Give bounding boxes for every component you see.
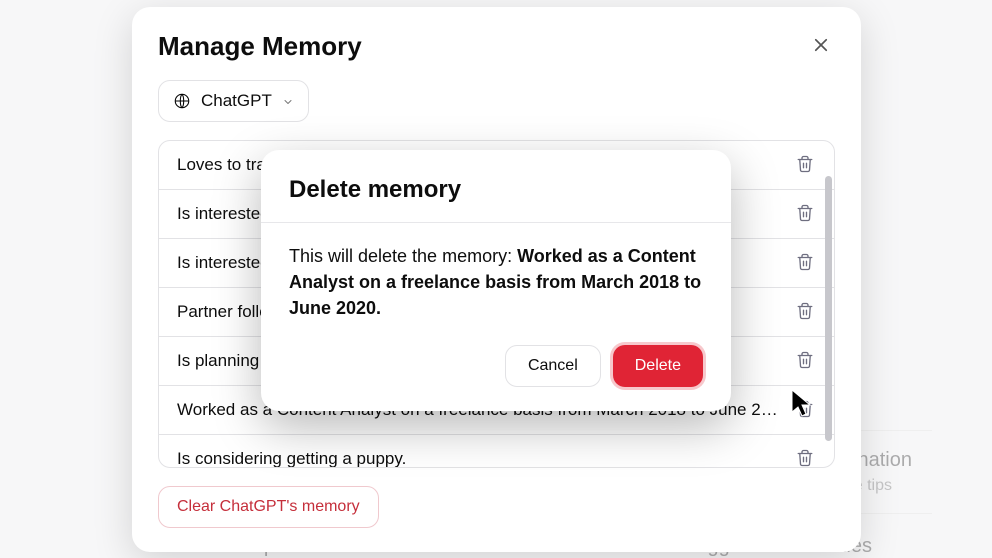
trash-icon: [796, 302, 814, 323]
model-label: ChatGPT: [201, 91, 272, 111]
delete-memory-button[interactable]: [794, 350, 816, 372]
trash-icon: [796, 351, 814, 372]
divider: [261, 222, 731, 223]
modal-title: Manage Memory: [158, 31, 362, 62]
confirm-prefix: This will delete the memory:: [289, 246, 517, 266]
memory-text: Is considering getting a puppy.: [177, 449, 782, 467]
delete-memory-button[interactable]: [794, 252, 816, 274]
close-button[interactable]: [807, 33, 835, 61]
confirm-body: This will delete the memory: Worked as a…: [289, 243, 703, 321]
trash-icon: [796, 155, 814, 176]
confirm-actions: Cancel Delete: [289, 345, 703, 387]
scrollbar-thumb[interactable]: [825, 176, 832, 441]
clear-all-memory-button[interactable]: Clear ChatGPT's memory: [158, 486, 379, 528]
close-icon: [812, 36, 830, 57]
trash-icon: [796, 400, 814, 421]
modal-header: Manage Memory: [158, 31, 835, 62]
delete-memory-button[interactable]: [794, 203, 816, 225]
chevron-down-icon: [282, 95, 294, 107]
chatgpt-logo-icon: [173, 92, 191, 110]
delete-memory-confirm-modal: Delete memory This will delete the memor…: [261, 150, 731, 411]
cancel-button[interactable]: Cancel: [505, 345, 601, 387]
trash-icon: [796, 204, 814, 225]
delete-memory-button[interactable]: [794, 301, 816, 323]
memory-row: Is considering getting a puppy.: [159, 435, 834, 467]
delete-memory-button[interactable]: [794, 154, 816, 176]
model-selector[interactable]: ChatGPT: [158, 80, 309, 122]
delete-memory-button[interactable]: [794, 448, 816, 467]
confirm-title: Delete memory: [289, 176, 703, 204]
trash-icon: [796, 449, 814, 468]
delete-memory-button[interactable]: [794, 399, 816, 421]
trash-icon: [796, 253, 814, 274]
delete-confirm-button[interactable]: Delete: [613, 345, 703, 387]
